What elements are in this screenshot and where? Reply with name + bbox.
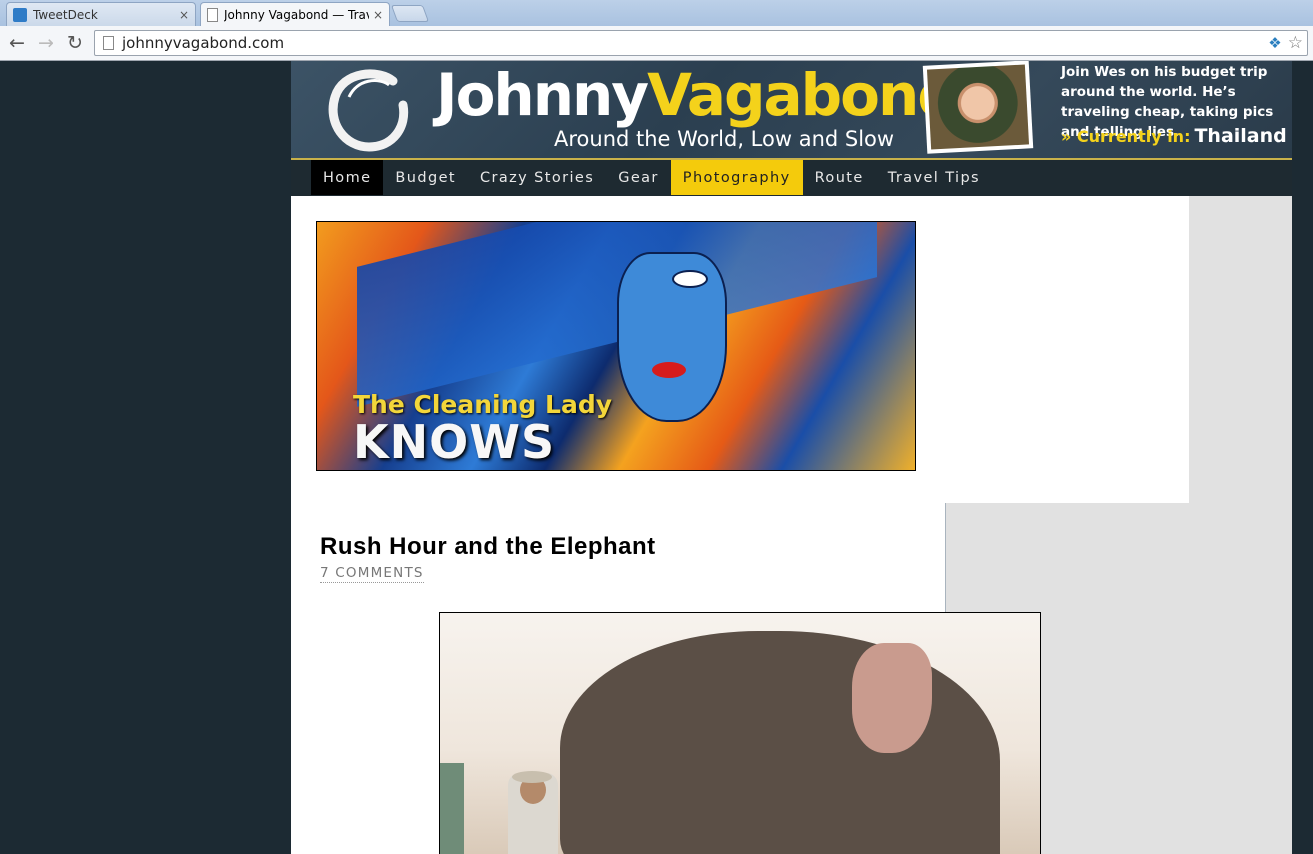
- extension-icon[interactable]: ❖: [1268, 34, 1281, 52]
- nav-crazy-stories[interactable]: Crazy Stories: [468, 160, 606, 195]
- current-location: » Currently in: Thailand: [1061, 125, 1287, 147]
- nav-travel-tips[interactable]: Travel Tips: [876, 160, 992, 195]
- enso-logo-icon[interactable]: [323, 67, 413, 153]
- browser-toolbar: ← → ↻ johnnyvagabond.com ❖ ☆: [0, 26, 1313, 61]
- post-title[interactable]: Rush Hour and the Elephant: [320, 533, 656, 561]
- site-tagline: Around the World, Low and Slow: [554, 127, 895, 151]
- post-image[interactable]: [439, 612, 1041, 854]
- brand-second: Vagabond: [647, 61, 959, 129]
- site-header: JohnnyVagabond Around the World, Low and…: [291, 61, 1292, 160]
- nav-budget[interactable]: Budget: [383, 160, 468, 195]
- tab-label: TweetDeck: [33, 7, 98, 22]
- forward-arrow-icon[interactable]: →: [35, 32, 57, 54]
- brand-first: Johnny: [436, 61, 649, 129]
- featured-area: The Cleaning Lady KNOWS: [291, 196, 1189, 503]
- tab-johnny-vagabond[interactable]: Johnny Vagabond — Trav ×: [200, 2, 390, 27]
- page-icon: [207, 8, 218, 22]
- nav-gear[interactable]: Gear: [606, 160, 671, 195]
- tab-tweetdeck[interactable]: TweetDeck ×: [6, 2, 196, 26]
- site-logo-text[interactable]: JohnnyVagabond: [436, 61, 959, 129]
- author-portrait: [922, 61, 1034, 154]
- new-tab-button[interactable]: [390, 5, 430, 22]
- close-icon[interactable]: ×: [373, 8, 383, 22]
- address-bar[interactable]: johnnyvagabond.com ❖ ☆: [94, 30, 1308, 56]
- close-icon[interactable]: ×: [179, 8, 189, 22]
- comments-link[interactable]: 7 COMMENTS: [320, 565, 424, 583]
- currently-label: » Currently in:: [1061, 127, 1191, 146]
- nav-route[interactable]: Route: [803, 160, 876, 195]
- current-place: Thailand: [1194, 125, 1287, 147]
- back-arrow-icon[interactable]: ←: [6, 32, 28, 54]
- main-nav: Home Budget Crazy Stories Gear Photograp…: [291, 160, 1292, 196]
- feature-title-line2: KNOWS: [353, 415, 556, 469]
- reload-icon[interactable]: ↻: [64, 32, 86, 54]
- sidebar-background: [1189, 196, 1292, 503]
- nav-home[interactable]: Home: [311, 160, 384, 195]
- page-icon: [103, 36, 114, 50]
- site-container: JohnnyVagabond Around the World, Low and…: [291, 61, 1292, 854]
- twitter-bird-icon: [13, 7, 27, 22]
- url-text[interactable]: johnnyvagabond.com: [122, 34, 1268, 52]
- nav-photography[interactable]: Photography: [670, 160, 803, 195]
- tab-label: Johnny Vagabond — Trav: [224, 8, 369, 22]
- featured-banner[interactable]: The Cleaning Lady KNOWS: [316, 221, 916, 471]
- tab-strip: TweetDeck × Johnny Vagabond — Trav ×: [0, 0, 1313, 27]
- bookmark-star-icon[interactable]: ☆: [1288, 33, 1303, 53]
